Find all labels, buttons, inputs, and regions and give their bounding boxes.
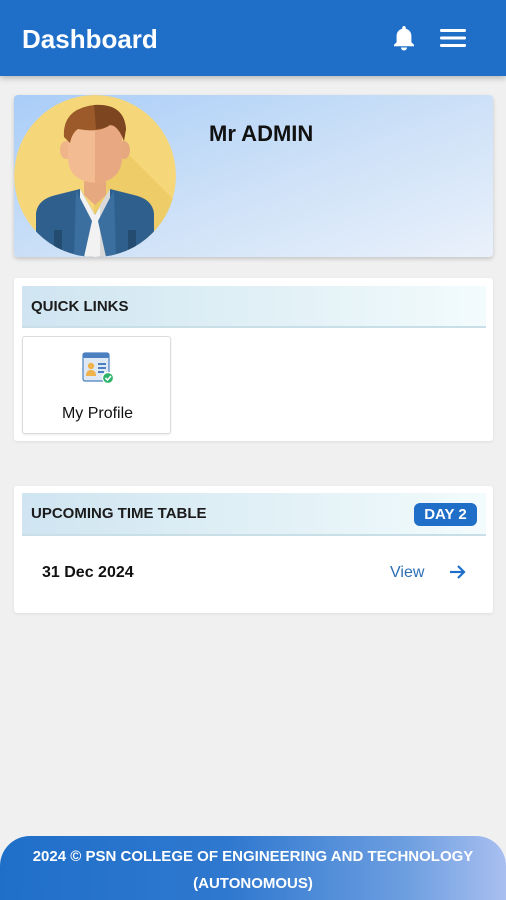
- profile-card-icon: [82, 352, 115, 385]
- arrow-right-icon[interactable]: [449, 564, 467, 580]
- timetable-title: UPCOMING TIME TABLE: [31, 505, 207, 522]
- footer-copyright: 2024 © PSN COLLEGE OF ENGINEERING AND TE…: [32, 848, 474, 865]
- quick-links-header: QUICK LINKS: [22, 286, 486, 328]
- day-badge: DAY 2: [414, 503, 477, 526]
- profile-card: Mr ADMIN: [14, 95, 493, 257]
- top-app-bar: Dashboard: [0, 0, 506, 76]
- app-screen: Dashboard Mr ADMIN QUICK LINKS My Profil…: [0, 0, 506, 900]
- user-avatar-illustration: [14, 95, 176, 257]
- profile-name: Mr ADMIN: [209, 121, 314, 146]
- my-profile-tile[interactable]: My Profile: [22, 336, 171, 434]
- footer-autonomous: (AUTONOMOUS): [193, 875, 313, 892]
- view-link[interactable]: View: [390, 564, 424, 582]
- timetable-card: UPCOMING TIME TABLE DAY 2 31 Dec 2024 Vi…: [14, 486, 493, 613]
- timetable-date: 31 Dec 2024: [42, 564, 134, 581]
- my-profile-label: My Profile: [61, 405, 134, 422]
- footer: 2024 © PSN COLLEGE OF ENGINEERING AND TE…: [0, 836, 506, 900]
- quick-links-title: QUICK LINKS: [31, 298, 129, 315]
- quick-links-card: QUICK LINKS My Profile: [14, 278, 493, 441]
- page-title: Dashboard: [22, 24, 158, 54]
- hamburger-menu-icon[interactable]: [440, 27, 466, 49]
- bell-icon[interactable]: [391, 24, 417, 52]
